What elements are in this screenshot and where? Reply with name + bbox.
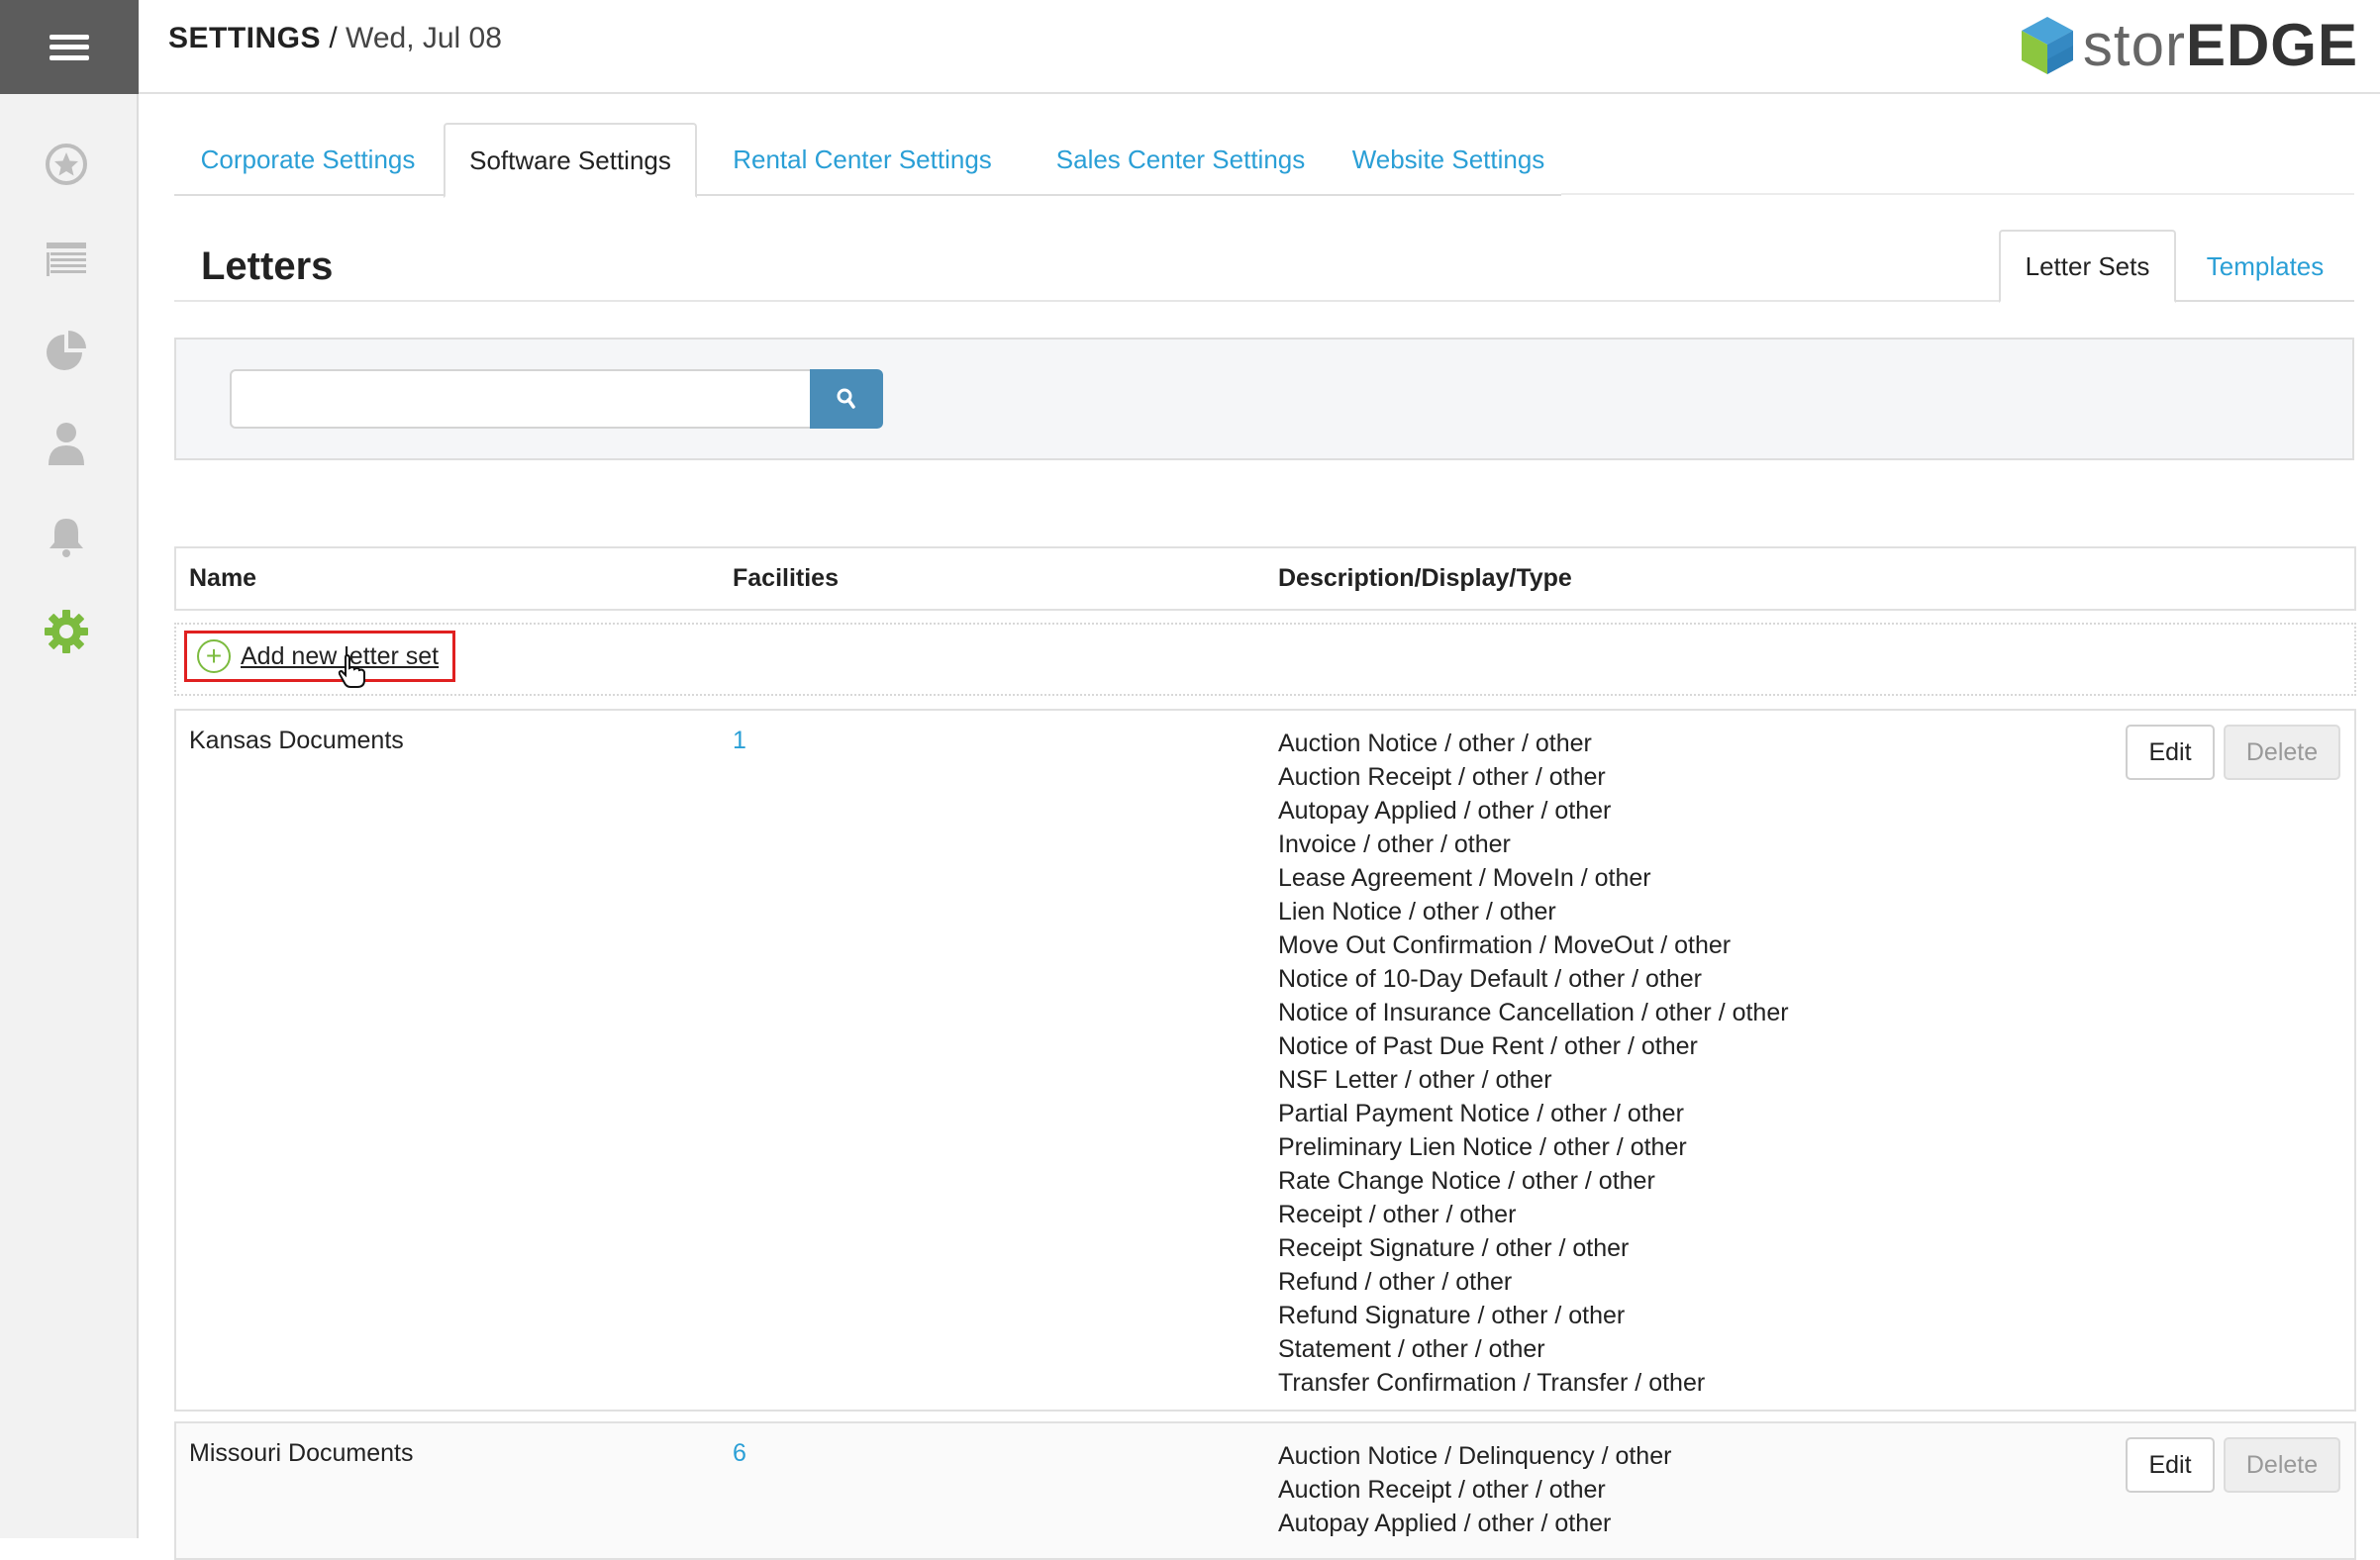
sidebar-item-customers[interactable]	[35, 411, 98, 474]
subtab-divider	[2176, 300, 2354, 302]
gear-icon	[45, 610, 88, 653]
delete-button[interactable]: Delete	[2224, 725, 2340, 780]
description-item: Partial Payment Notice / other / other	[1278, 1100, 1684, 1127]
description-item: Statement / other / other	[1278, 1335, 1545, 1363]
table-row: Kansas Documents 1 Auction Notice / othe…	[174, 709, 2356, 1412]
menu-button[interactable]	[0, 0, 139, 94]
plus-circle-icon: +	[197, 639, 231, 673]
edit-button[interactable]: Edit	[2126, 725, 2215, 780]
user-icon	[49, 423, 84, 465]
cube-logo-icon	[2021, 17, 2073, 74]
description-item: Auction Receipt / other / other	[1278, 1476, 1606, 1504]
sidebar-item-settings[interactable]	[35, 600, 98, 663]
row-facilities-link[interactable]: 1	[733, 727, 746, 755]
description-item: Auction Receipt / other / other	[1278, 763, 1606, 791]
row-descriptions: Auction Notice / other / other Auction R…	[1278, 727, 1789, 1400]
logo-wordmark: storEDGE	[2083, 16, 2358, 75]
row-facilities-link[interactable]: 6	[733, 1439, 746, 1468]
menu-icon	[50, 34, 89, 60]
logo-text-light: stor	[2082, 12, 2186, 78]
search-button[interactable]	[810, 369, 883, 429]
row-name: Kansas Documents	[189, 727, 404, 754]
sidebar-item-units[interactable]	[35, 228, 98, 291]
description-item: Autopay Applied / other / other	[1278, 797, 1612, 825]
description-item: Receipt Signature / other / other	[1278, 1234, 1630, 1262]
tab-letter-sets[interactable]: Letter Sets	[1999, 230, 2176, 303]
column-header-facilities: Facilities	[733, 564, 839, 592]
star-icon	[46, 144, 87, 185]
list-icon	[47, 243, 86, 276]
description-item: NSF Letter / other / other	[1278, 1066, 1552, 1094]
page-title: Letters	[201, 244, 334, 288]
description-item: Notice of Past Due Rent / other / other	[1278, 1032, 1698, 1060]
table-header: Name Facilities Description/Display/Type	[174, 546, 2356, 611]
sidebar-item-favorites[interactable]	[35, 133, 98, 196]
description-item: Lien Notice / other / other	[1278, 898, 1556, 926]
breadcrumb-section: SETTINGS	[168, 22, 322, 54]
breadcrumb-separator: /	[329, 22, 338, 54]
description-item: Transfer Confirmation / Transfer / other	[1278, 1369, 1706, 1397]
description-item: Notice of Insurance Cancellation / other…	[1278, 999, 1789, 1026]
add-row: + Add new letter set	[174, 623, 2356, 696]
bell-icon	[50, 519, 83, 557]
search-panel	[174, 338, 2354, 460]
column-header-name: Name	[189, 564, 257, 592]
delete-button[interactable]: Delete	[2224, 1437, 2340, 1493]
sidebar-item-reports[interactable]	[35, 319, 98, 382]
row-name: Missouri Documents	[189, 1439, 414, 1467]
description-item: Lease Agreement / MoveIn / other	[1278, 864, 1651, 892]
description-item: Notice of 10-Day Default / other / other	[1278, 965, 1702, 993]
search-icon	[837, 388, 855, 409]
description-item: Refund / other / other	[1278, 1268, 1513, 1296]
table-row: Missouri Documents 6 Auction Notice / De…	[174, 1421, 2356, 1560]
search-input[interactable]	[230, 369, 812, 429]
add-letter-set-button[interactable]: + Add new letter set	[184, 631, 455, 688]
settings-tabs: Corporate Settings Software Settings Ren…	[174, 123, 1561, 198]
tab-sales-center-settings[interactable]: Sales Center Settings	[1026, 123, 1336, 196]
top-header: SETTINGS / Wed, Jul 08 storEDGE	[139, 0, 2380, 94]
tab-corporate-settings[interactable]: Corporate Settings	[174, 123, 442, 196]
column-header-description: Description/Display/Type	[1278, 564, 1572, 592]
description-item: Preliminary Lien Notice / other / other	[1278, 1133, 1687, 1161]
description-item: Autopay Applied / other / other	[1278, 1510, 1612, 1537]
hand-cursor-icon	[338, 653, 365, 688]
tab-rental-center-settings[interactable]: Rental Center Settings	[699, 123, 1026, 196]
tab-templates[interactable]: Templates	[2176, 230, 2354, 303]
description-item: Move Out Confirmation / MoveOut / other	[1278, 931, 1732, 959]
tab-website-settings[interactable]: Website Settings	[1336, 123, 1561, 196]
description-item: Auction Notice / Delinquency / other	[1278, 1442, 1672, 1470]
breadcrumb-date: Wed, Jul 08	[346, 22, 502, 54]
description-item: Invoice / other / other	[1278, 830, 1511, 858]
description-item: Auction Notice / other / other	[1278, 730, 1592, 757]
logo-text-bold: EDGE	[2185, 12, 2358, 78]
title-divider	[174, 300, 2000, 302]
sidebar	[0, 0, 139, 1538]
description-item: Refund Signature / other / other	[1278, 1302, 1626, 1329]
description-item: Rate Change Notice / other / other	[1278, 1167, 1655, 1195]
row-descriptions: Auction Notice / Delinquency / other Auc…	[1278, 1439, 1671, 1540]
pie-chart-icon	[47, 331, 86, 370]
description-item: Receipt / other / other	[1278, 1201, 1517, 1228]
tabs-divider	[1561, 193, 2354, 195]
breadcrumb: SETTINGS / Wed, Jul 08	[168, 22, 502, 55]
edit-button[interactable]: Edit	[2126, 1437, 2215, 1493]
storedge-logo: storEDGE	[2020, 10, 2358, 81]
tab-software-settings[interactable]: Software Settings	[444, 123, 697, 198]
sidebar-item-notifications[interactable]	[35, 505, 98, 568]
